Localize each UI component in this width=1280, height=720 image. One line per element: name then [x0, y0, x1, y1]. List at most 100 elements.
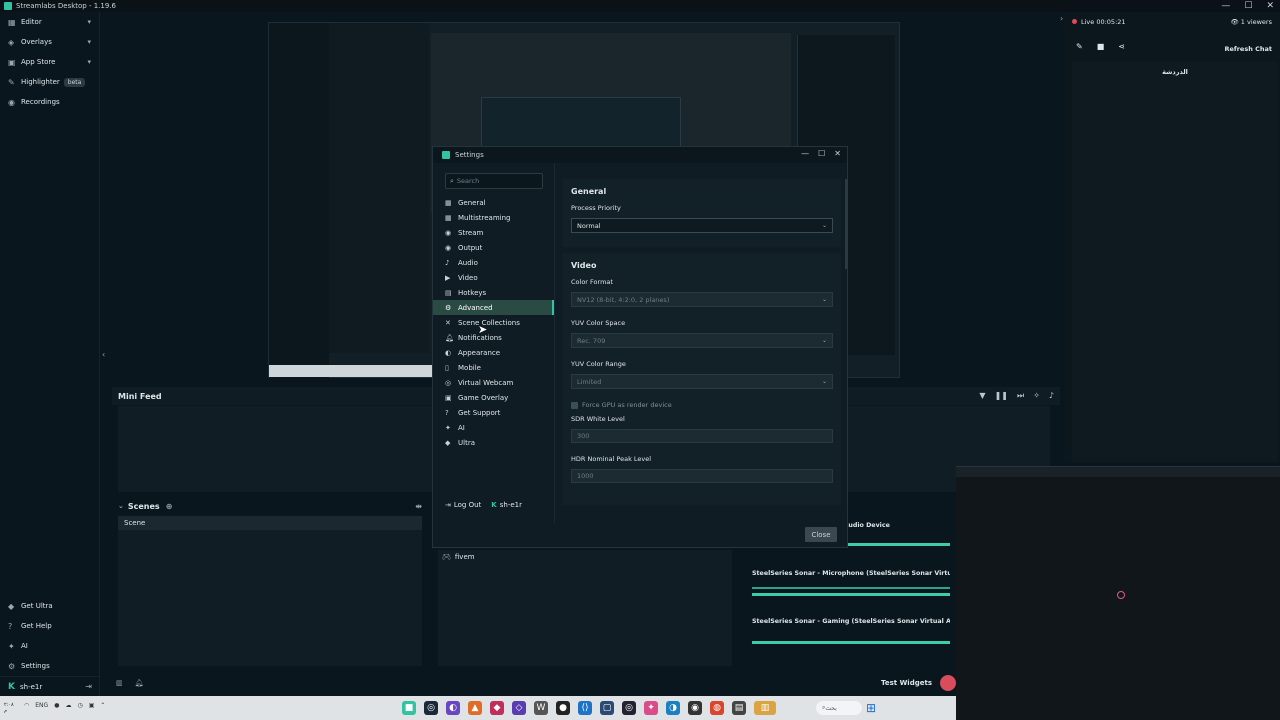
settings-menu-notifications[interactable]: 🔔︎ Notifications	[433, 330, 554, 345]
settings-menu-general[interactable]: ▦ General	[433, 195, 554, 210]
nav-item-overlays[interactable]: ◈ Overlays ▾	[0, 32, 99, 52]
nav-item-app-store[interactable]: ▣ App Store ▾	[0, 52, 99, 72]
visual-studio-taskbar-icon[interactable]: ◇	[512, 701, 526, 715]
clock[interactable]: ٢:٠٨ م	[4, 702, 18, 714]
scenes-header: ⌄ Scenes ⊕ ⇹	[112, 498, 428, 514]
steam-alt-taskbar-icon[interactable]: ◎	[622, 701, 636, 715]
settings-menu-stream[interactable]: ◉ Stream	[433, 225, 554, 240]
close-window-button[interactable]: ✕	[834, 149, 841, 158]
user-row[interactable]: Ksh-e1r ⇥	[0, 676, 100, 696]
hdr-peak-level-input[interactable]: 1000	[571, 469, 833, 483]
minimize-button[interactable]: —	[1221, 0, 1230, 12]
vscode-taskbar-icon[interactable]: ⟨⟩	[578, 701, 592, 715]
collapse-right-icon[interactable]: ›	[1060, 14, 1063, 23]
settings-search-input[interactable]: ⌕ Search	[445, 173, 543, 189]
highlighter-icon: ✎	[8, 77, 15, 87]
process-priority-select[interactable]: Normal ⌄	[571, 218, 833, 233]
photos-taskbar-icon[interactable]: ▢	[600, 701, 614, 715]
pause-icon[interactable]: ❚❚	[995, 391, 1008, 401]
logout-button[interactable]: ⇥ Log Out	[445, 501, 481, 509]
taskbar-search[interactable]: ⌕ بحث	[816, 701, 862, 715]
tray-app-icon[interactable]: ▣	[89, 702, 95, 714]
nav-item-recordings[interactable]: ◉ Recordings	[0, 92, 99, 112]
game-taskbar-icon[interactable]: ◆	[490, 701, 504, 715]
settings-menu-ultra[interactable]: ◆ Ultra	[433, 435, 554, 450]
steam-taskbar-icon[interactable]: ◎	[424, 701, 438, 715]
game-thumb-taskbar-icon[interactable]: ▥	[754, 701, 776, 715]
volume-icon[interactable]: ♪	[1049, 391, 1054, 401]
app-store-taskbar-icon[interactable]: ✦	[644, 701, 658, 715]
sdr-white-level-input[interactable]: 300	[571, 429, 833, 443]
notification-bell-icon[interactable]: 🔔︎	[135, 679, 144, 687]
force-gpu-checkbox[interactable]: Force GPU as render device	[571, 401, 833, 409]
nav-item-get-help[interactable]: ? Get Help	[0, 616, 100, 636]
chrome-taskbar-icon[interactable]: ◍	[710, 701, 724, 715]
language-indicator[interactable]: ENG	[35, 702, 48, 714]
windows-start-icon[interactable]: ⊞	[866, 701, 880, 715]
settings-menu-ai[interactable]: ✦ AI	[433, 420, 554, 435]
streamlabs-taskbar-icon[interactable]: ■	[402, 701, 416, 715]
launcher-taskbar-icon[interactable]: ▲	[468, 701, 482, 715]
edge-taskbar-icon[interactable]: ◑	[666, 701, 680, 715]
settings-menu: ▦ General ▦ Multistreaming ◉ Stream ◉ Output…	[433, 195, 554, 450]
github-taskbar-icon[interactable]: ●	[556, 701, 570, 715]
maximize-button[interactable]: ☐	[1244, 0, 1252, 12]
settings-menu-hotkeys[interactable]: ▤ Hotkeys	[433, 285, 554, 300]
microphone-icon[interactable]: ●	[54, 702, 59, 714]
settings-menu-scene-collections[interactable]: ✕ Scene Collections	[433, 315, 554, 330]
edit-icon[interactable]: ✎	[1076, 42, 1083, 51]
nav-item-ai[interactable]: ✦ AI	[0, 636, 100, 656]
maximize-button[interactable]: ☐	[818, 149, 825, 158]
notifications-icon: 🔔︎	[445, 333, 454, 342]
test-widgets-button[interactable]: Test Widgets	[881, 679, 932, 687]
share-icon[interactable]: ⋖	[1118, 42, 1125, 51]
clock-icon[interactable]: ◷	[77, 702, 82, 714]
settings-menu-video[interactable]: ▶ Video	[433, 270, 554, 285]
settings-content: General Process Priority Normal ⌄ Video C…	[563, 179, 841, 509]
settings-menu-multistreaming[interactable]: ▦ Multistreaming	[433, 210, 554, 225]
close-window-button[interactable]: ✕	[1266, 0, 1274, 12]
refresh-chat-button[interactable]: Refresh Chat	[1224, 45, 1272, 53]
volume-slider[interactable]	[752, 587, 950, 589]
logout-icon[interactable]: ⇥	[85, 682, 92, 691]
nav-item-get-ultra[interactable]: ◆ Get Ultra	[0, 596, 100, 616]
obs-taskbar-icon[interactable]: ◉	[688, 701, 702, 715]
settings-scrollbar[interactable]	[845, 179, 848, 269]
color-format-select[interactable]: NV12 (8-bit, 4:2:0, 2 planes) ⌄	[571, 292, 833, 307]
settings-menu-audio[interactable]: ♪ Audio	[433, 255, 554, 270]
yuv-space-select[interactable]: Rec. 709 ⌄	[571, 333, 833, 348]
source-item[interactable]: 🎮︎ fivem	[438, 550, 732, 564]
settings-menu-mobile[interactable]: ▯ Mobile	[433, 360, 554, 375]
word-taskbar-icon[interactable]: W	[534, 701, 548, 715]
nav-item-settings[interactable]: ⚙ Settings	[0, 656, 100, 676]
yuv-range-select[interactable]: Limited ⌄	[571, 374, 833, 389]
cloud-icon[interactable]: ☁	[65, 702, 71, 714]
wifi-icon[interactable]: ◠	[24, 702, 29, 714]
mute-alerts-icon[interactable]: ✧	[1033, 391, 1040, 401]
settings-menu-game-overlay[interactable]: ▣ Game Overlay	[433, 390, 554, 405]
performance-icon[interactable]: ▥	[116, 679, 123, 687]
settings-menu-get-support[interactable]: ? Get Support	[433, 405, 554, 420]
settings-menu-appearance[interactable]: ◐ Appearance	[433, 345, 554, 360]
nav-item-editor[interactable]: ▦ Editor ▾	[0, 12, 99, 32]
help-icon: ?	[8, 621, 13, 631]
explorer-taskbar-icon[interactable]: ▤	[732, 701, 746, 715]
nav-item-highlighter[interactable]: ✎ Highlighter beta	[0, 72, 99, 92]
chevron-up-icon[interactable]: ⌃	[100, 702, 105, 714]
settings-menu-advanced[interactable]: ⚙ Advanced	[433, 300, 554, 315]
close-button[interactable]: Close	[805, 527, 837, 542]
skip-icon[interactable]: ⏭	[1017, 391, 1024, 401]
collapse-icon[interactable]: ⌄	[118, 502, 124, 510]
camera-icon[interactable]: ■	[1097, 42, 1105, 51]
scene-transitions-icon[interactable]: ⇹	[415, 502, 422, 511]
settings-menu-output[interactable]: ◉ Output	[433, 240, 554, 255]
left-sidebar: ▦ Editor ▾ ◈ Overlays ▾ ▣ App Store ▾ ✎ Highlig…	[0, 12, 100, 696]
collapse-left-icon[interactable]: ‹	[102, 350, 105, 359]
minimize-button[interactable]: —	[801, 149, 809, 158]
settings-menu-virtual-webcam[interactable]: ◎ Virtual Webcam	[433, 375, 554, 390]
add-scene-icon[interactable]: ⊕	[166, 502, 173, 511]
scene-item[interactable]: Scene	[118, 516, 422, 530]
app-taskbar-icon[interactable]: ◐	[446, 701, 460, 715]
filter-icon[interactable]: ▼	[979, 391, 985, 401]
record-button[interactable]	[940, 675, 956, 691]
